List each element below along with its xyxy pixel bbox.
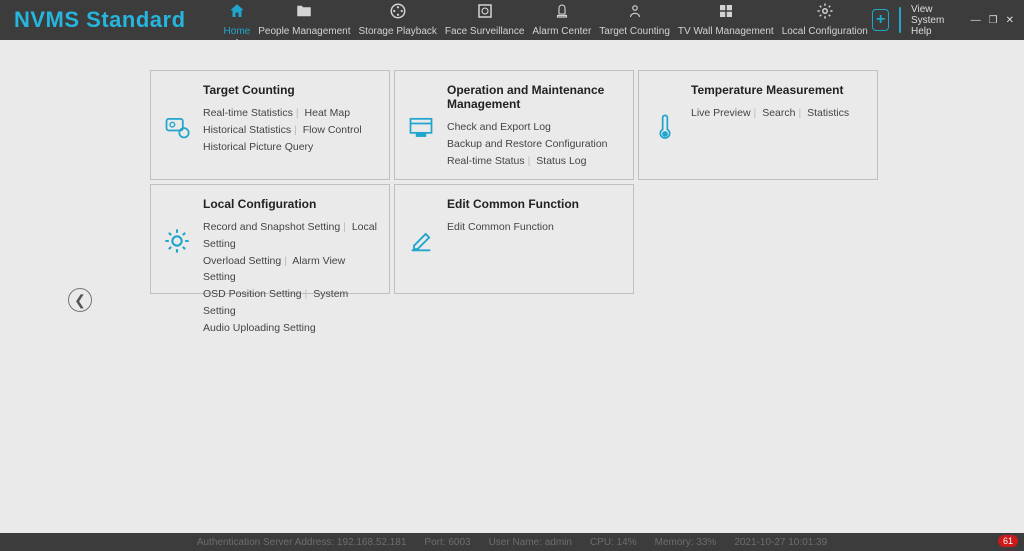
- link-historical-picture-query[interactable]: Historical Picture Query: [203, 141, 313, 153]
- face-icon: [476, 2, 494, 25]
- nav-face-surveillance[interactable]: Face Surveillance: [441, 0, 528, 40]
- nav-storage-playback[interactable]: Storage Playback: [355, 0, 441, 40]
- nav-items: Home People Management Storage Playback …: [220, 0, 872, 40]
- card-target-counting: Target Counting Real-time Statistics| He…: [150, 70, 390, 180]
- link-realtime-status[interactable]: Real-time Status: [447, 155, 525, 167]
- link-osd-position[interactable]: OSD Position Setting: [203, 288, 302, 300]
- edit-icon: [407, 227, 435, 255]
- target-counting-icon: [163, 113, 191, 141]
- status-cpu: CPU: 14%: [590, 537, 637, 548]
- nav-local-config[interactable]: Local Configuration: [778, 0, 872, 40]
- nav-label: TV Wall Management: [678, 26, 774, 37]
- link-live-preview[interactable]: Live Preview: [691, 107, 751, 119]
- card-links: Check and Export Log Backup and Restore …: [447, 119, 623, 169]
- link-check-export-log[interactable]: Check and Export Log: [447, 121, 551, 133]
- cards-grid: Target Counting Real-time Statistics| He…: [150, 70, 878, 294]
- counting-icon: [626, 2, 644, 25]
- thermometer-icon: [651, 113, 679, 141]
- nav-label: People Management: [258, 26, 350, 37]
- nav-label: Storage Playback: [359, 26, 437, 37]
- nav-label: Face Surveillance: [445, 26, 524, 37]
- card-links: Live Preview| Search| Statistics: [691, 105, 867, 122]
- nav-right: + View System Help — ❐ ✕: [872, 0, 1024, 40]
- card-links: Edit Common Function: [447, 219, 623, 236]
- status-auth: Authentication Server Address: 192.168.5…: [197, 537, 407, 548]
- card-title: Temperature Measurement: [691, 83, 867, 97]
- card-links: Record and Snapshot Setting| Local Setti…: [203, 219, 379, 337]
- nav-target-counting[interactable]: Target Counting: [595, 0, 674, 40]
- nav-alarm-center[interactable]: Alarm Center: [528, 0, 595, 40]
- card-title: Edit Common Function: [447, 197, 623, 211]
- link-audio-uploading[interactable]: Audio Uploading Setting: [203, 322, 316, 334]
- link-record-snapshot[interactable]: Record and Snapshot Setting: [203, 221, 340, 233]
- card-local-config: Local Configuration Record and Snapshot …: [150, 184, 390, 294]
- card-title: Operation and Maintenance Management: [447, 83, 623, 111]
- alert-badge[interactable]: 61: [998, 535, 1018, 547]
- main-area: ❮ Target Counting Real-time Statistics| …: [0, 40, 1024, 533]
- status-bar: Authentication Server Address: 192.168.5…: [0, 533, 1024, 551]
- grid-icon: [717, 2, 735, 25]
- nav-tv-wall[interactable]: TV Wall Management: [674, 0, 778, 40]
- card-links: Real-time Statistics| Heat Map Historica…: [203, 105, 379, 155]
- nav-label: Target Counting: [599, 26, 670, 37]
- nav-label: Alarm Center: [532, 26, 591, 37]
- folder-icon: [295, 2, 313, 25]
- card-title: Target Counting: [203, 83, 379, 97]
- link-backup-restore[interactable]: Backup and Restore Configuration: [447, 138, 608, 150]
- status-mem: Memory: 33%: [655, 537, 717, 548]
- link-status-log[interactable]: Status Log: [536, 155, 586, 167]
- reel-icon: [389, 2, 407, 25]
- link-search[interactable]: Search: [762, 107, 795, 119]
- maximize-icon[interactable]: ❐: [989, 15, 998, 26]
- card-title: Local Configuration: [203, 197, 379, 211]
- prev-page-button[interactable]: ❮: [68, 288, 92, 312]
- status-user: User Name: admin: [489, 537, 572, 548]
- minimize-icon[interactable]: —: [971, 15, 981, 26]
- card-temperature: Temperature Measurement Live Preview| Se…: [638, 70, 878, 180]
- status-port: Port: 6003: [424, 537, 470, 548]
- card-edit-common: Edit Common Function Edit Common Functio…: [394, 184, 634, 294]
- link-historical-stats[interactable]: Historical Statistics: [203, 124, 291, 136]
- link-statistics[interactable]: Statistics: [807, 107, 849, 119]
- divider-icon: [899, 7, 901, 33]
- nav-label: Local Configuration: [782, 26, 868, 37]
- link-realtime-stats[interactable]: Real-time Statistics: [203, 107, 293, 119]
- gear-icon: [816, 2, 834, 25]
- close-icon[interactable]: ✕: [1006, 15, 1014, 26]
- nav-home[interactable]: Home: [220, 0, 255, 40]
- home-icon: [228, 2, 246, 25]
- status-time: 2021-10-27 10:01:39: [734, 537, 827, 548]
- link-edit-common-function[interactable]: Edit Common Function: [447, 221, 554, 233]
- gear-icon: [163, 227, 191, 255]
- nav-label: Home: [224, 26, 251, 37]
- card-omm: Operation and Maintenance Management Che…: [394, 70, 634, 180]
- maintenance-icon: [407, 113, 435, 141]
- link-overload-setting[interactable]: Overload Setting: [203, 255, 281, 267]
- system-help-link[interactable]: View System Help: [911, 4, 963, 37]
- add-button[interactable]: +: [872, 9, 890, 31]
- link-heat-map[interactable]: Heat Map: [305, 107, 351, 119]
- link-flow-control[interactable]: Flow Control: [303, 124, 362, 136]
- nav-people-management[interactable]: People Management: [254, 0, 354, 40]
- alarm-icon: [553, 2, 571, 25]
- brand-title: NVMS Standard: [0, 7, 220, 33]
- top-bar: NVMS Standard Home People Management Sto…: [0, 0, 1024, 40]
